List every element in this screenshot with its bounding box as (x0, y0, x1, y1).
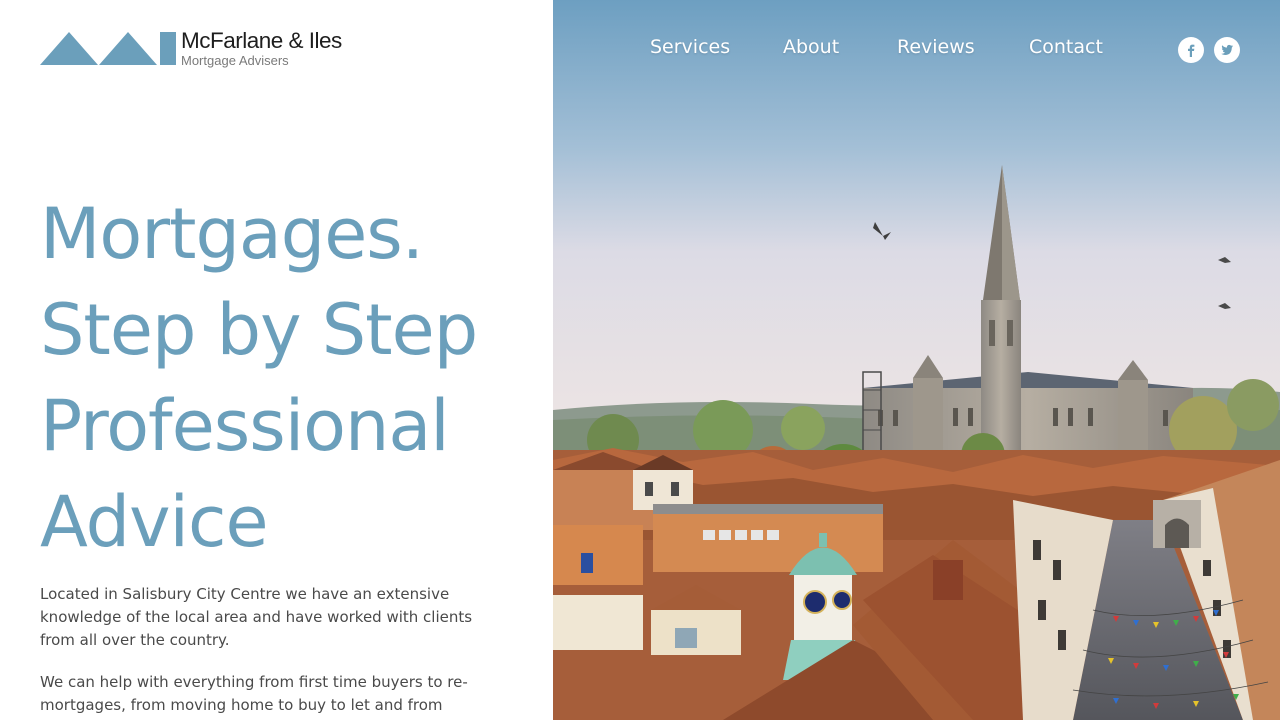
cathedral-photo (553, 0, 1280, 720)
logo-name: McFarlane & Iles (181, 28, 342, 53)
hero-heading: Mortgages. Step by Step Professional Adv… (40, 186, 540, 570)
left-panel: McFarlane & Iles Mortgage Advisers Mortg… (0, 0, 553, 720)
logo-mark-icon (40, 32, 176, 65)
hero-line: Professional (40, 385, 450, 467)
twitter-link[interactable] (1214, 37, 1240, 63)
nav-about[interactable]: About (783, 36, 839, 58)
twitter-icon (1221, 44, 1233, 55)
logo[interactable]: McFarlane & Iles Mortgage Advisers (40, 28, 370, 70)
intro-paragraph: Located in Salisbury City Centre we have… (40, 585, 473, 649)
nav-services[interactable]: Services (650, 36, 730, 58)
hero-line: Mortgages. (40, 193, 424, 275)
nav-reviews[interactable]: Reviews (897, 36, 975, 58)
nav-contact[interactable]: Contact (1029, 36, 1103, 58)
facebook-icon (1188, 44, 1195, 57)
hero-line: Advice (40, 481, 269, 563)
logo-tagline: Mortgage Advisers (181, 53, 289, 68)
services-paragraph: We can help with everything from first t… (40, 673, 468, 720)
facebook-link[interactable] (1178, 37, 1204, 63)
hero-image-panel: Services About Reviews Contact (553, 0, 1280, 720)
main-nav: Services About Reviews Contact (553, 0, 1280, 100)
hero-line: Step by Step (40, 289, 478, 371)
